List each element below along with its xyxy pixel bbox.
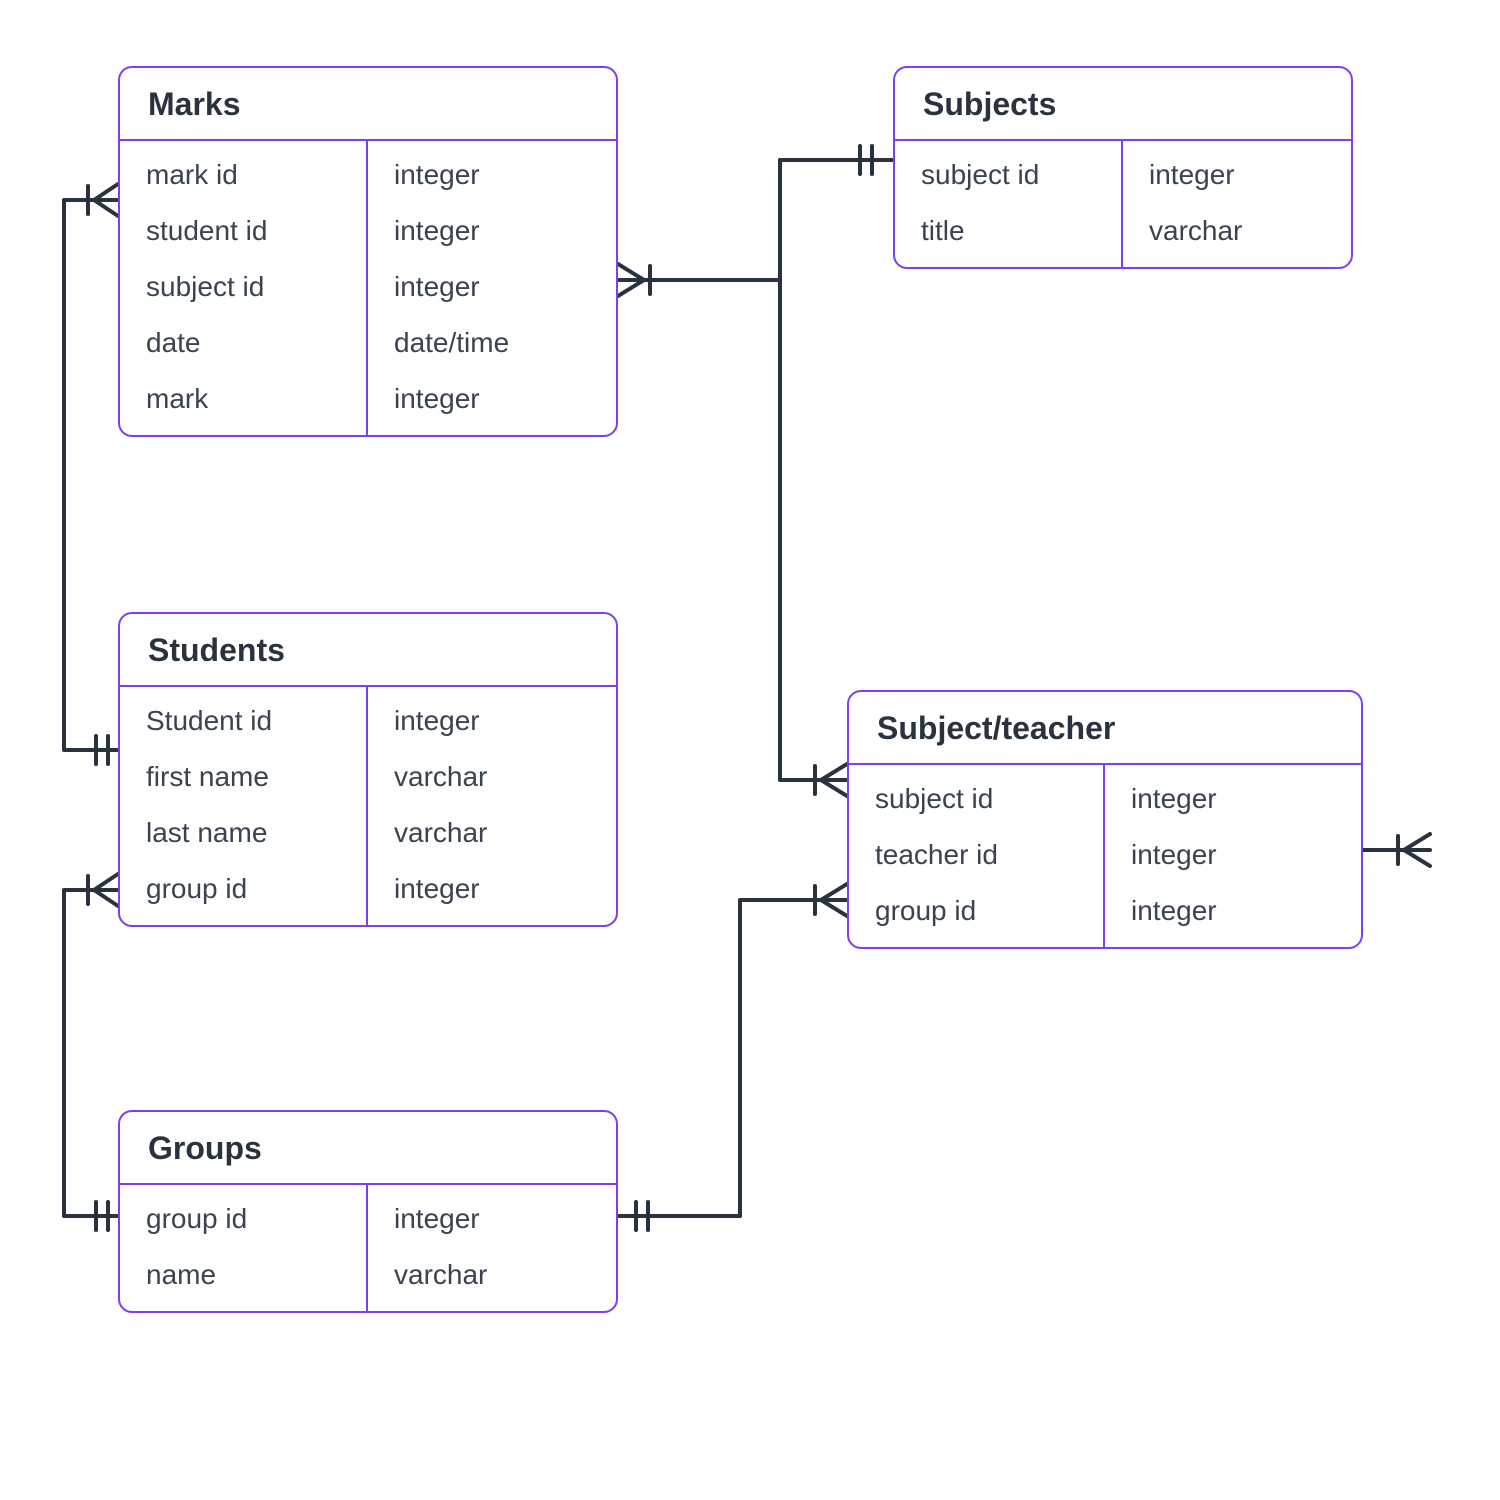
field-name: last name (120, 805, 368, 861)
field-type: integer (368, 1185, 616, 1247)
field-name: mark id (120, 141, 368, 203)
entity-groups: Groups group id integer name varchar (118, 1110, 618, 1313)
field-name: teacher id (849, 827, 1105, 883)
field-name: subject id (895, 141, 1123, 203)
field-name: group id (120, 861, 368, 925)
field-name: student id (120, 203, 368, 259)
field-type: varchar (368, 1247, 616, 1311)
field-type: varchar (368, 805, 616, 861)
entity-subjects-title: Subjects (895, 68, 1351, 141)
entity-subject-teacher: Subject/teacher subject id integer teach… (847, 690, 1363, 949)
field-name: mark (120, 371, 368, 435)
entity-subjects-rows: subject id integer title varchar (895, 141, 1351, 267)
field-type: integer (368, 371, 616, 435)
field-type: date/time (368, 315, 616, 371)
entity-subject-teacher-rows: subject id integer teacher id integer gr… (849, 765, 1361, 947)
field-name: group id (120, 1185, 368, 1247)
entity-subjects: Subjects subject id integer title varcha… (893, 66, 1353, 269)
entity-students-title: Students (120, 614, 616, 687)
field-name: title (895, 203, 1123, 267)
entity-groups-rows: group id integer name varchar (120, 1185, 616, 1311)
entity-marks: Marks mark id integer student id integer… (118, 66, 618, 437)
field-name: date (120, 315, 368, 371)
field-type: integer (1105, 827, 1361, 883)
field-type: varchar (1123, 203, 1351, 267)
field-type: integer (368, 141, 616, 203)
entity-subject-teacher-title: Subject/teacher (849, 692, 1361, 765)
entity-students: Students Student id integer first name v… (118, 612, 618, 927)
field-name: name (120, 1247, 368, 1311)
field-type: integer (1105, 883, 1361, 947)
field-type: integer (368, 203, 616, 259)
entity-students-rows: Student id integer first name varchar la… (120, 687, 616, 925)
er-diagram-canvas: Marks mark id integer student id integer… (0, 0, 1500, 1500)
field-name: group id (849, 883, 1105, 947)
field-name: first name (120, 749, 368, 805)
field-type: integer (368, 687, 616, 749)
entity-marks-rows: mark id integer student id integer subje… (120, 141, 616, 435)
entity-marks-title: Marks (120, 68, 616, 141)
field-type: varchar (368, 749, 616, 805)
field-type: integer (1105, 765, 1361, 827)
field-name: Student id (120, 687, 368, 749)
entity-groups-title: Groups (120, 1112, 616, 1185)
field-name: subject id (120, 259, 368, 315)
field-name: subject id (849, 765, 1105, 827)
field-type: integer (368, 259, 616, 315)
field-type: integer (368, 861, 616, 925)
field-type: integer (1123, 141, 1351, 203)
